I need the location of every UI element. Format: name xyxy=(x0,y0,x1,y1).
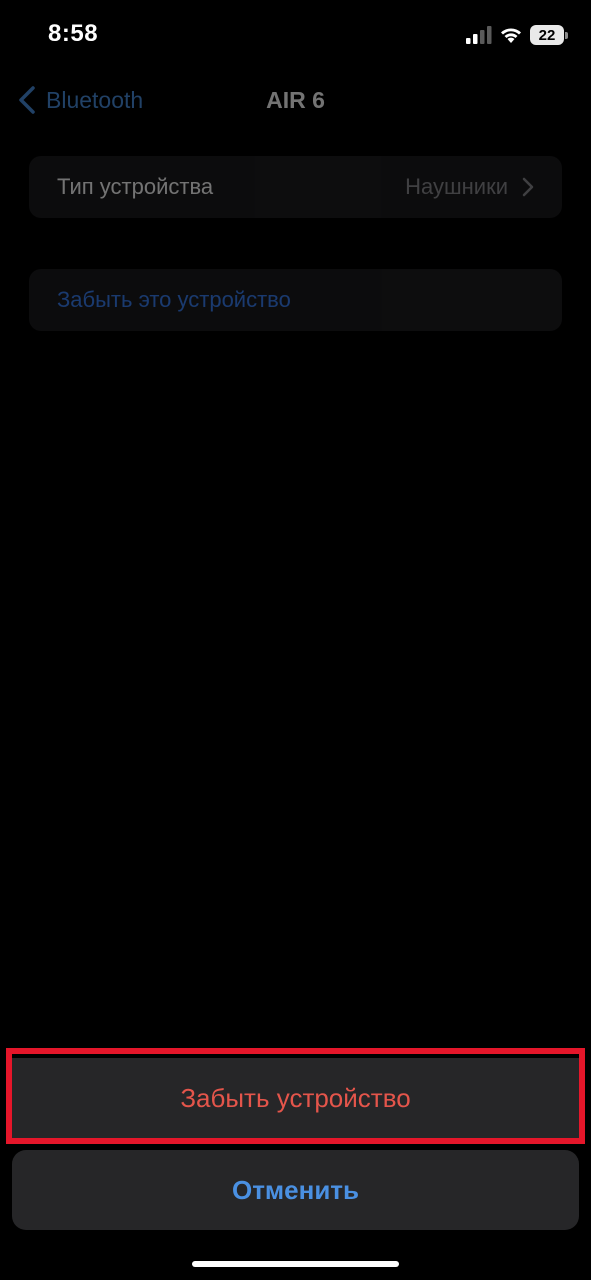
battery-tip xyxy=(565,32,568,39)
battery-icon: 22 xyxy=(530,25,568,45)
device-type-value-group: Наушники xyxy=(405,174,534,200)
page-title: AIR 6 xyxy=(266,87,325,113)
battery-level: 22 xyxy=(530,25,564,45)
navigation-bar: Bluetooth AIR 6 xyxy=(0,72,591,130)
wifi-icon xyxy=(501,28,521,43)
device-type-row[interactable]: Тип устройства Наушники xyxy=(29,156,562,218)
forget-device-button[interactable]: Забыть устройство xyxy=(12,1058,579,1138)
cancel-button[interactable]: Отменить xyxy=(12,1150,579,1230)
device-type-label: Тип устройства xyxy=(57,174,214,199)
status-time: 8:58 xyxy=(48,20,99,47)
cellular-signal-icon xyxy=(466,26,492,44)
chevron-right-icon xyxy=(522,177,534,197)
home-indicator[interactable] xyxy=(192,1261,399,1267)
bluetooth-device-screen: 8:58 22 Bluetooth AIR 6 Тип устройства Н… xyxy=(0,0,591,1280)
device-type-value: Наушники xyxy=(405,174,508,199)
forget-device-link: Забыть это устройство xyxy=(57,287,291,312)
forget-device-row[interactable]: Забыть это устройство xyxy=(29,269,562,331)
status-bar: 8:58 22 xyxy=(0,0,591,72)
